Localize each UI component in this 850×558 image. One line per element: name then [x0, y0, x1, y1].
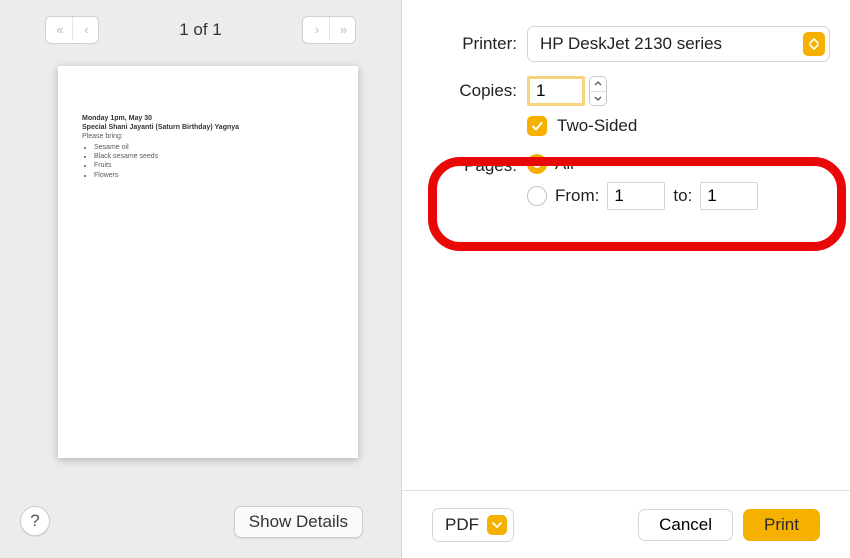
show-details-button[interactable]: Show Details — [234, 506, 363, 538]
preview-bullet-list: Sesame oil Black sesame seeds Fruits Flo… — [94, 143, 334, 179]
first-page-button[interactable]: « — [46, 17, 72, 41]
pages-to-label: to: — [673, 186, 692, 206]
print-dialog: « ‹ 1 of 1 › » Monday 1pm, May 30 Specia… — [0, 0, 850, 558]
preview-bullet: Fruits — [94, 161, 334, 170]
preview-line-2: Special Shani Jayanti (Saturn Birthday) … — [82, 123, 334, 132]
prev-page-group: « ‹ — [45, 16, 99, 44]
select-arrows-icon — [803, 32, 825, 56]
pdf-label: PDF — [445, 515, 479, 535]
printer-select[interactable]: HP DeskJet 2130 series — [527, 26, 830, 62]
pages-range-radio[interactable] — [527, 186, 547, 206]
printer-label: Printer: — [422, 34, 527, 54]
printer-row: Printer: HP DeskJet 2130 series — [422, 26, 830, 62]
print-button[interactable]: Print — [743, 509, 820, 541]
copies-input[interactable] — [527, 76, 585, 106]
pages-range-row: From: to: — [527, 182, 758, 210]
preview-line-1: Monday 1pm, May 30 — [82, 114, 334, 123]
preview-line-3: Please bring: — [82, 132, 334, 141]
printer-selected-value: HP DeskJet 2130 series — [540, 34, 722, 54]
next-page-group: › » — [302, 16, 356, 44]
preview-bullet: Flowers — [94, 171, 334, 180]
pages-row: Pages: All From: to: — [422, 154, 830, 210]
chevron-down-icon — [487, 515, 507, 535]
copies-row: Copies: — [422, 76, 830, 106]
pages-all-row: All — [527, 154, 758, 174]
settings-pane: Printer: HP DeskJet 2130 series Copies: — [402, 0, 850, 558]
help-icon: ? — [30, 511, 39, 531]
help-button[interactable]: ? — [20, 506, 50, 536]
preview-nav-row: « ‹ 1 of 1 › » — [0, 10, 401, 50]
page-indicator: 1 of 1 — [179, 20, 222, 40]
copies-label: Copies: — [422, 81, 527, 101]
preview-bullet: Sesame oil — [94, 143, 334, 152]
pages-all-radio[interactable] — [527, 154, 547, 174]
copies-stepper — [589, 76, 607, 106]
preview-pane: « ‹ 1 of 1 › » Monday 1pm, May 30 Specia… — [0, 0, 402, 558]
pages-from-input[interactable] — [607, 182, 665, 210]
pages-all-label: All — [555, 154, 574, 174]
print-label: Print — [764, 515, 799, 534]
two-sided-checkbox[interactable] — [527, 116, 547, 136]
copies-step-down[interactable] — [590, 91, 606, 106]
pdf-menu-button[interactable]: PDF — [432, 508, 514, 542]
pages-block: All From: to: — [527, 154, 758, 210]
pages-from-label: From: — [555, 186, 599, 206]
pages-label: Pages: — [422, 154, 527, 176]
last-page-button[interactable]: » — [329, 17, 355, 41]
pages-to-input[interactable] — [700, 182, 758, 210]
two-sided-label: Two-Sided — [557, 116, 637, 136]
document-preview: Monday 1pm, May 30 Special Shani Jayanti… — [58, 66, 358, 458]
show-details-label: Show Details — [249, 512, 348, 531]
copies-step-up[interactable] — [590, 77, 606, 91]
checkmark-icon — [530, 119, 544, 133]
bottom-bar: PDF Cancel Print — [402, 490, 850, 558]
next-page-button[interactable]: › — [303, 17, 329, 41]
preview-bullet: Black sesame seeds — [94, 152, 334, 161]
two-sided-row: Two-Sided — [422, 116, 830, 136]
cancel-label: Cancel — [659, 515, 712, 534]
prev-page-button[interactable]: ‹ — [72, 17, 98, 41]
cancel-button[interactable]: Cancel — [638, 509, 733, 541]
